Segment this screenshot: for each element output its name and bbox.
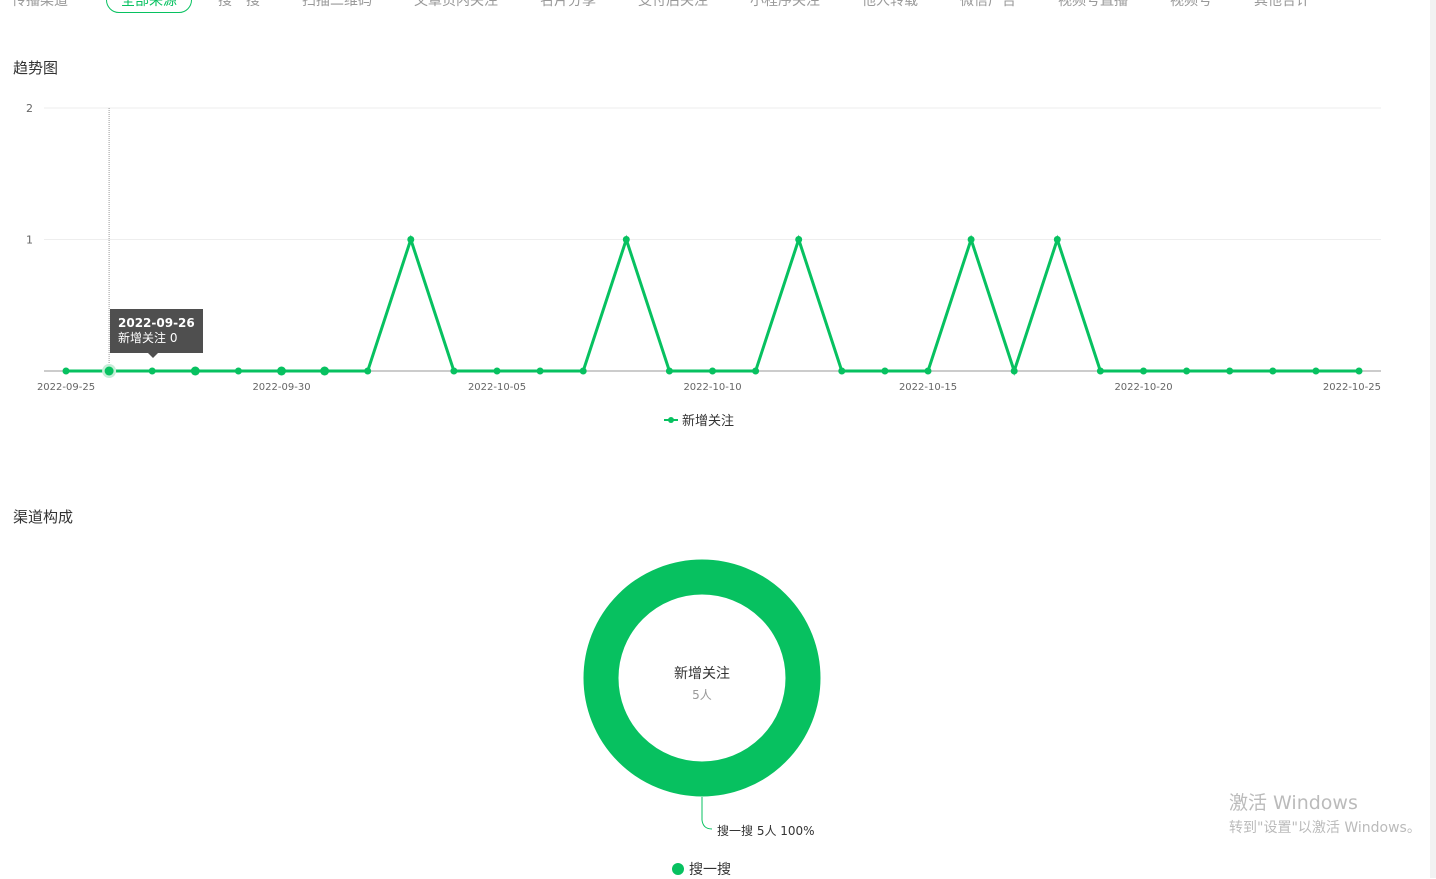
donut-legend[interactable]: 搜一搜	[672, 859, 731, 879]
scrollbar[interactable]	[1430, 0, 1436, 878]
legend-label: 搜一搜	[689, 862, 731, 878]
donut-center-title: 新增关注	[674, 666, 730, 682]
legend-dot-icon	[672, 863, 684, 875]
donut-chart	[583, 559, 821, 830]
windows-watermark: 激活 Windows 转到"设置"以激活 Windows。	[1229, 792, 1421, 836]
label-leader-line	[701, 797, 713, 830]
slice-label: 搜一搜 5人 100%	[717, 824, 815, 838]
donut-center-value: 5人	[692, 688, 712, 702]
